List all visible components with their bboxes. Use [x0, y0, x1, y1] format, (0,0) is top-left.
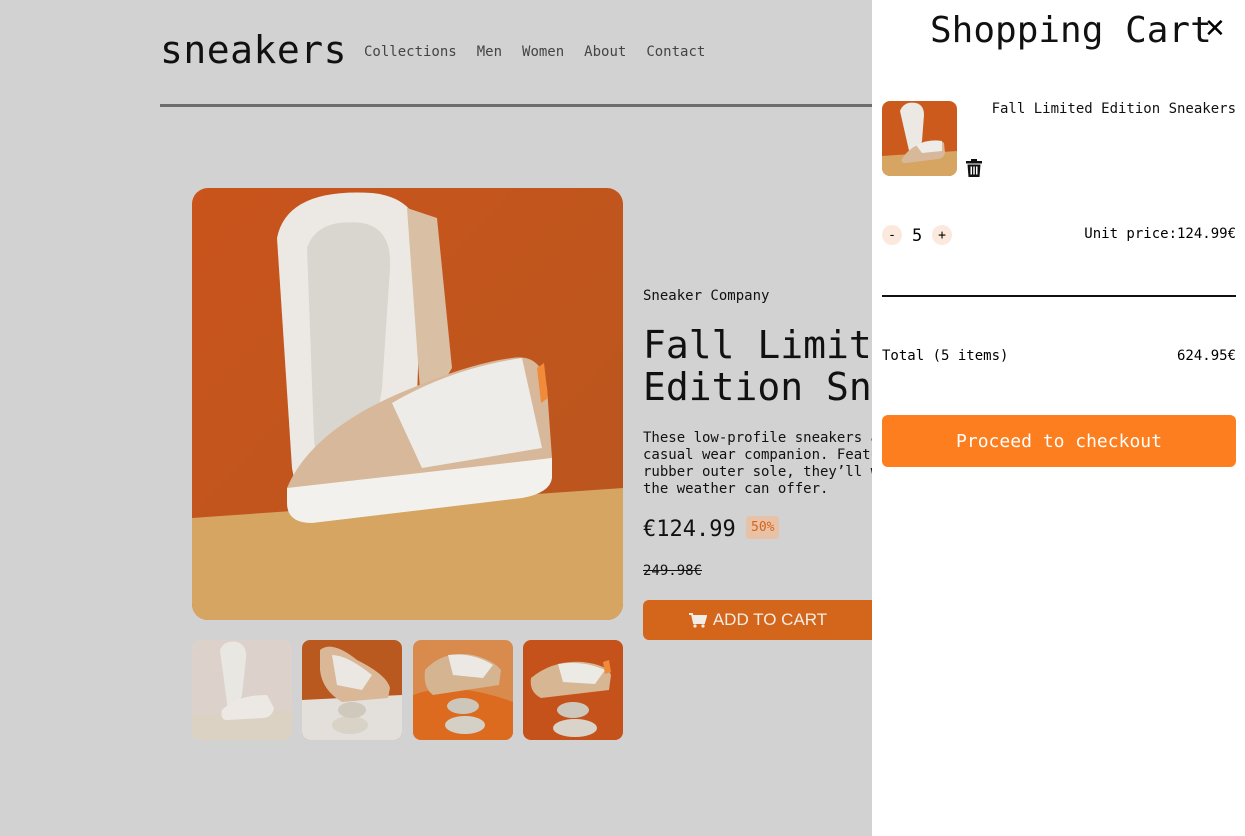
total-label: Total (5 items)	[882, 348, 1009, 364]
nav-men[interactable]: Men	[477, 44, 502, 60]
cart-item-image	[882, 101, 957, 176]
cart-divider	[882, 295, 1236, 297]
unit-price: Unit price:124.99€	[1084, 226, 1236, 242]
total-value: 624.95€	[1176, 348, 1236, 364]
product-company: Sneaker Company	[643, 288, 770, 304]
original-price: 249.98€	[643, 563, 703, 579]
nav-about[interactable]: About	[584, 44, 626, 60]
add-to-cart-label: ADD TO CART	[712, 610, 828, 629]
product-main-image[interactable]	[192, 188, 623, 620]
thumbnail-1[interactable]	[192, 640, 292, 740]
main-nav: Collections Men Women About Contact	[364, 44, 705, 60]
thumbnail-3[interactable]	[413, 640, 513, 740]
trash-icon[interactable]	[966, 159, 982, 177]
cart-title: Shopping Cart	[930, 10, 1212, 51]
thumbnail-2[interactable]	[302, 640, 402, 740]
nav-women[interactable]: Women	[522, 44, 564, 60]
decrease-quantity-button[interactable]: -	[882, 225, 902, 245]
cart-drawer: Shopping Cart ✕ Fall Limited Edition Sne…	[872, 0, 1245, 836]
close-icon[interactable]: ✕	[1204, 14, 1226, 44]
cart-item-name: Fall Limited Edition Sneakers	[991, 101, 1236, 117]
increase-quantity-button[interactable]: +	[932, 225, 952, 245]
logo[interactable]: sneakers	[160, 28, 347, 72]
thumbnail-4[interactable]	[523, 640, 623, 740]
product-price: €124.99	[643, 517, 736, 542]
header-divider	[160, 104, 872, 107]
cart-icon	[688, 612, 707, 628]
checkout-button[interactable]: Proceed to checkout	[882, 415, 1236, 467]
quantity-value: 5	[912, 226, 923, 246]
nav-collections[interactable]: Collections	[364, 44, 457, 60]
nav-contact[interactable]: Contact	[646, 44, 705, 60]
discount-badge: 50%	[746, 516, 780, 539]
